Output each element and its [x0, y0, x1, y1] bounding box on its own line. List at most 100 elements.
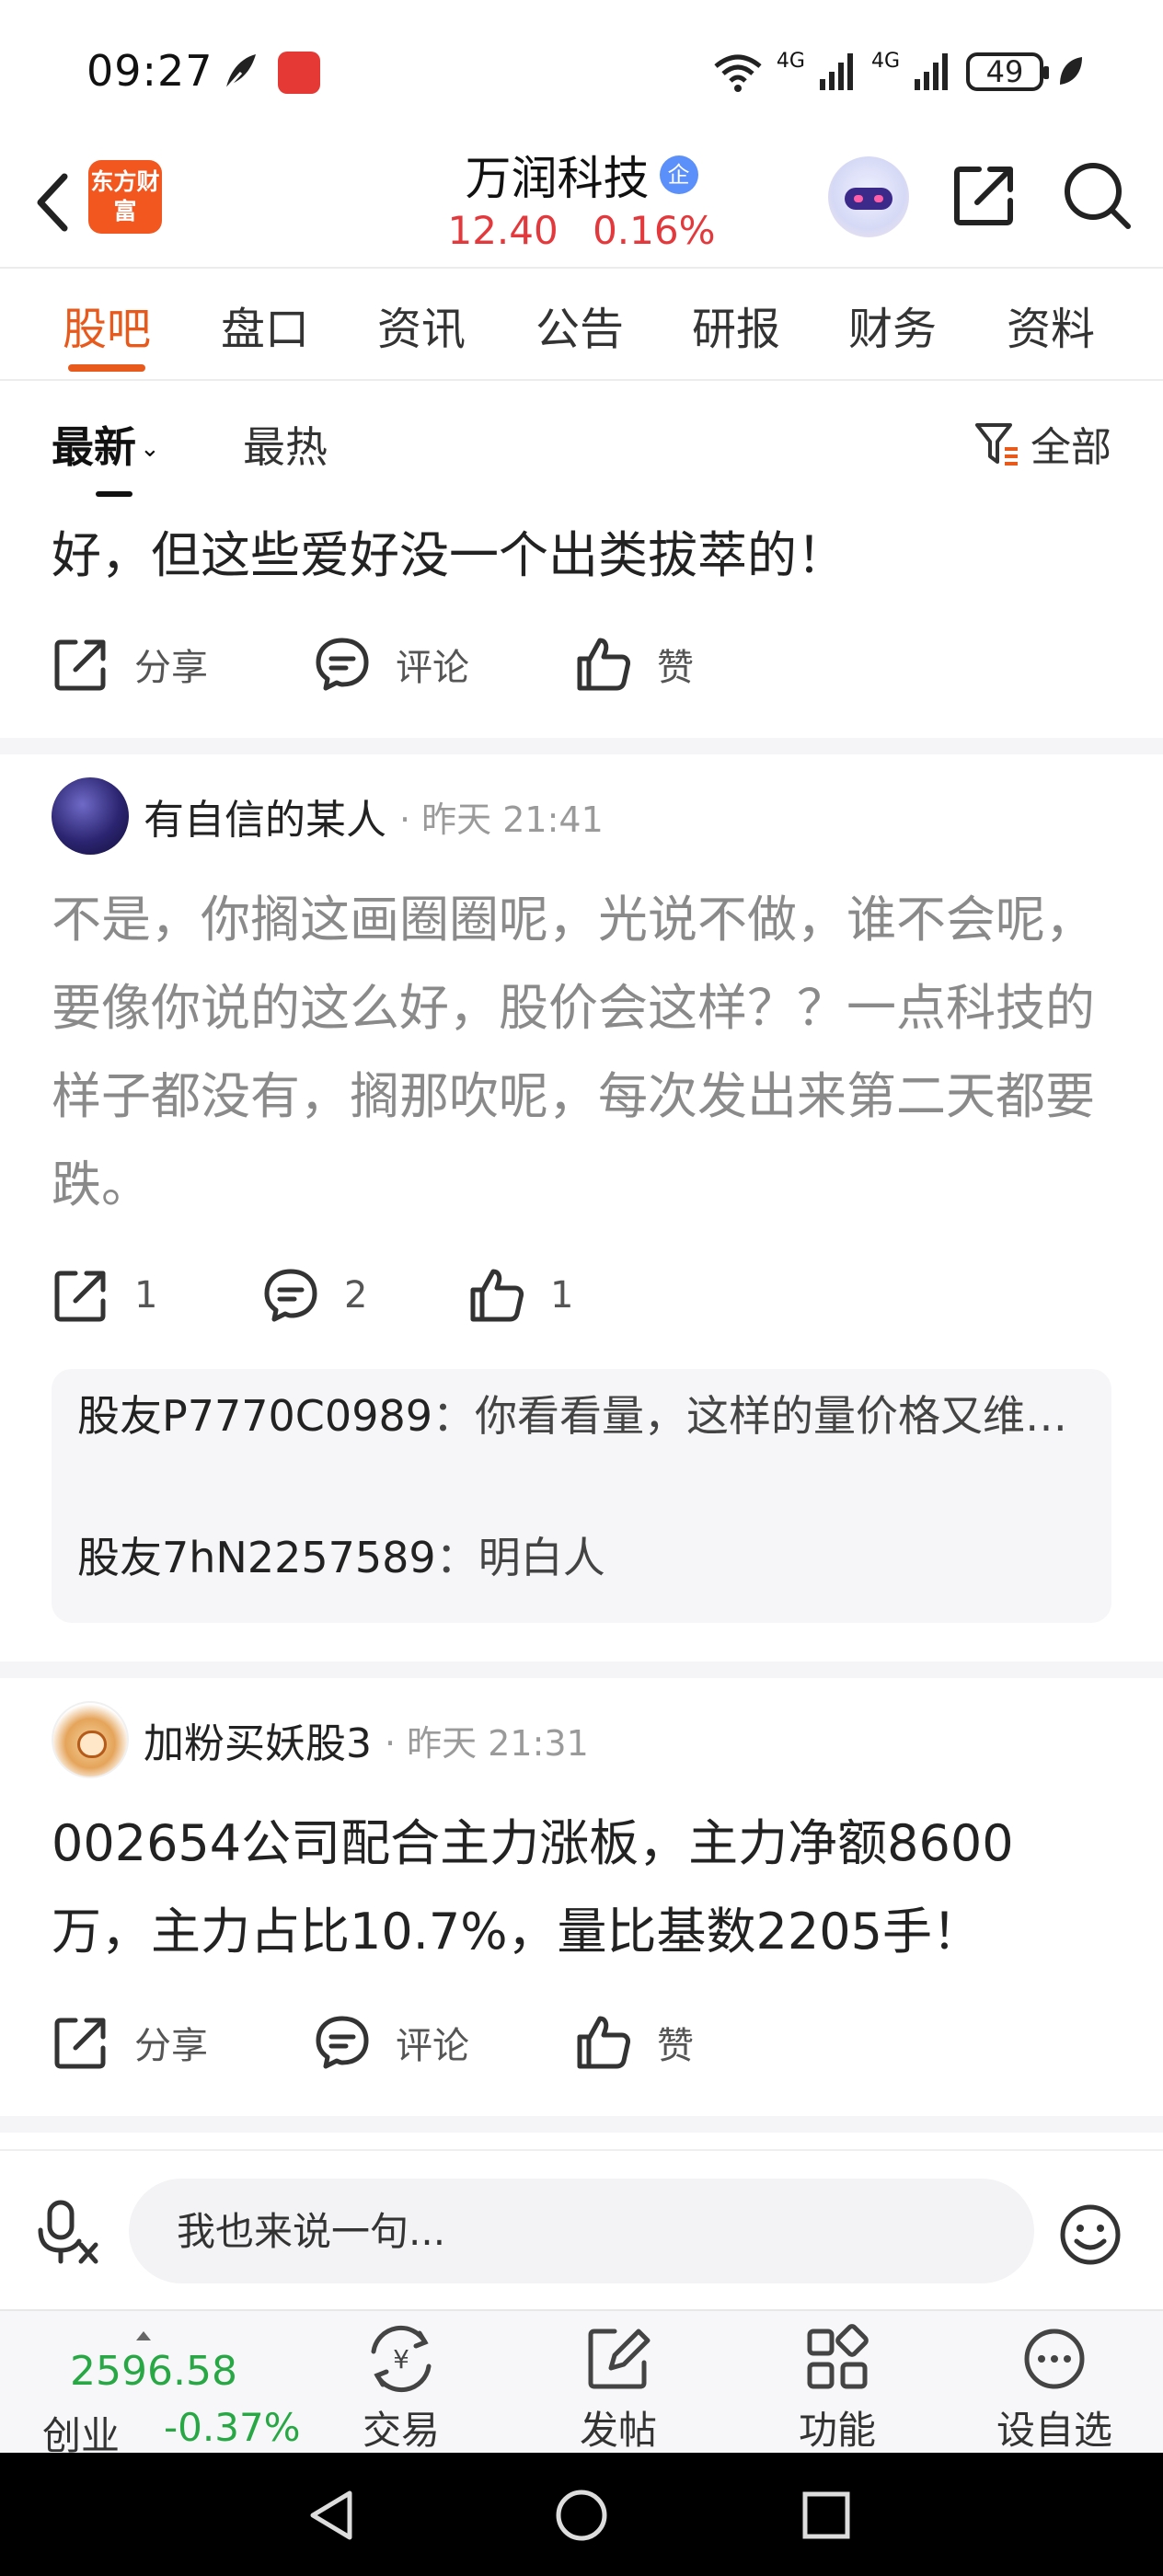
robot-visor — [845, 188, 892, 210]
share-button[interactable]: 1 — [52, 1266, 261, 1325]
tab-finance[interactable]: 财务 — [848, 272, 937, 357]
wifi-icon — [714, 54, 762, 92]
post-author[interactable]: 加粉买妖股3 · 昨天 21:31 — [52, 1698, 589, 1781]
post-content[interactable]: 002654公司配合主力涨板，主力净额8600万，主力占比10.7%，量比基数2… — [52, 1800, 1110, 1976]
grid-icon — [807, 2324, 869, 2389]
index-change: -0.37% — [164, 2405, 301, 2450]
comment-button[interactable]: 2 — [261, 1266, 467, 1325]
avatar-face — [77, 1731, 107, 1758]
like-button[interactable]: 赞 — [574, 2013, 694, 2072]
status-bar: 09:27 4G 4G 49 — [0, 0, 1163, 138]
nav-post[interactable]: 发帖 — [545, 2324, 692, 2453]
like-label: 赞 — [657, 647, 694, 689]
reply-item[interactable]: 股友P7770C0989：你看看量，这样的量价格又维持在了12上方，你还说没做事… — [77, 1380, 1089, 1452]
tab-label: 资讯 — [377, 304, 466, 355]
thumbs-up-icon — [577, 2016, 630, 2069]
reply-author[interactable]: 股友7hN2257589 — [77, 1533, 436, 1582]
username[interactable]: 有自信的某人 — [144, 787, 386, 845]
thumbs-up-icon — [470, 1269, 524, 1322]
stock-change: 0.16% — [593, 208, 716, 253]
back-triangle-icon[interactable] — [304, 2488, 359, 2543]
tab-pankou[interactable]: 盘口 — [221, 272, 309, 357]
battery-indicator: 49 — [966, 52, 1049, 91]
comment-input[interactable] — [129, 2179, 1034, 2283]
filter-button[interactable]: 全部 — [973, 414, 1111, 473]
tab-guba[interactable]: 股吧 — [63, 272, 151, 372]
share-button[interactable]: 分享 — [52, 635, 313, 694]
share-label: 分享 — [134, 647, 208, 689]
post-author[interactable]: 有自信的某人 · 昨天 21:41 — [52, 775, 604, 857]
tab-profile[interactable]: 资料 — [1007, 272, 1095, 357]
reply-text: ：明白人 — [435, 1533, 605, 1582]
reply-text: ：你看看量，这样的量价格又维持在了12上方，你还说没做事？这几天的量能是... — [432, 1391, 1089, 1441]
comment-button[interactable]: 评论 — [313, 2013, 574, 2072]
emoji-icon[interactable] — [1058, 2202, 1123, 2267]
battery-level: 49 — [985, 54, 1024, 89]
filter-icon — [975, 423, 1018, 466]
avatar[interactable] — [52, 777, 129, 855]
feather-notification-icon — [223, 54, 256, 93]
chevron-down-icon: ⌄ — [140, 435, 160, 463]
post-content[interactable]: 好，但这些爱好没一个出类拔萃的！ — [52, 512, 1110, 600]
reply-item[interactable]: 股友7hN2257589：明白人 — [77, 1522, 1089, 1593]
search-icon[interactable] — [1060, 158, 1134, 232]
sort-active-indicator — [96, 491, 132, 497]
comment-button[interactable]: 评论 — [313, 635, 574, 694]
voice-input-icon[interactable] — [37, 2199, 103, 2265]
enterprise-badge: 企 — [659, 155, 698, 194]
nav-add-watchlist[interactable]: 设自选 — [981, 2324, 1128, 2453]
recents-square-icon[interactable] — [800, 2490, 852, 2541]
share-button[interactable]: 分享 — [52, 2013, 313, 2072]
tab-research[interactable]: 研报 — [692, 272, 780, 357]
tab-announcements[interactable]: 公告 — [535, 272, 624, 357]
replies-preview[interactable]: 股友P7770C0989：你看看量，这样的量价格又维持在了12上方，你还说没做事… — [52, 1369, 1111, 1623]
ai-assistant-avatar[interactable] — [828, 156, 909, 237]
nav-label: 功能 — [798, 2408, 876, 2453]
market-index-widget[interactable]: 2596.58 创业 -0.37% — [37, 2328, 313, 2458]
tab-news[interactable]: 资讯 — [377, 272, 466, 357]
comment-icon — [316, 638, 369, 691]
username[interactable]: 加粉买妖股3 — [144, 1710, 372, 1769]
more-icon — [1024, 2329, 1085, 2389]
post-actions: 分享 评论 赞 — [52, 2006, 694, 2079]
avatar[interactable] — [52, 1701, 129, 1778]
stock-price: 12.40 — [447, 208, 558, 253]
post-time: · 昨天 21:31 — [385, 1722, 589, 1764]
nav-label: 发帖 — [579, 2408, 657, 2453]
post-actions: 分享 评论 赞 — [52, 627, 694, 701]
compose-icon — [588, 2329, 651, 2389]
share-icon[interactable] — [950, 160, 1019, 230]
nav-trade[interactable]: ¥ 交易 — [328, 2324, 475, 2453]
like-button[interactable]: 赞 — [574, 635, 694, 694]
comment-count: 2 — [344, 1274, 368, 1317]
post-time: · 昨天 21:41 — [399, 799, 604, 840]
post-separator — [0, 1662, 1163, 1678]
like-button[interactable]: 1 — [467, 1266, 573, 1325]
app-notification-icon — [278, 52, 320, 94]
index-value: 2596.58 — [70, 2348, 237, 2395]
status-time: 09:27 — [86, 46, 213, 96]
thumbs-up-icon — [577, 638, 630, 691]
leaf-icon — [1060, 57, 1082, 85]
sort-latest-button[interactable]: 最新 ⌄ — [52, 414, 160, 475]
tab-label: 研报 — [692, 304, 781, 355]
sort-latest-label: 最新 — [52, 422, 136, 472]
stock-name: 万润科技 — [465, 152, 650, 205]
comment-icon — [264, 1269, 317, 1322]
sort-hot-button[interactable]: 最热 — [243, 414, 328, 475]
reply-author[interactable]: 股友P7770C0989 — [77, 1391, 432, 1441]
like-label: 赞 — [657, 2025, 694, 2067]
tabs-divider — [0, 379, 1163, 381]
stock-tabs: 股吧 盘口 资讯 公告 研报 财务 资料 — [0, 272, 1163, 379]
bottom-navigation: 2596.58 创业 -0.37% ¥ 交易 发帖 功能 设自选 — [0, 2309, 1163, 2458]
post-content[interactable]: 不是，你搁这画圈圈呢，光说不做，谁不会呢，要像你说的这么好，股价会这样？？一点科… — [52, 876, 1110, 1229]
caret-up-icon — [136, 2331, 151, 2340]
nav-functions[interactable]: 功能 — [764, 2324, 911, 2453]
home-circle-icon[interactable] — [554, 2488, 609, 2543]
post-time-value: 昨天 21:31 — [407, 1722, 589, 1764]
post-time-value: 昨天 21:41 — [421, 799, 604, 840]
tab-label: 公告 — [535, 304, 625, 355]
trade-icon: ¥ — [371, 2325, 432, 2393]
post-separator — [0, 2116, 1163, 2133]
comment-label: 评论 — [396, 2025, 469, 2067]
